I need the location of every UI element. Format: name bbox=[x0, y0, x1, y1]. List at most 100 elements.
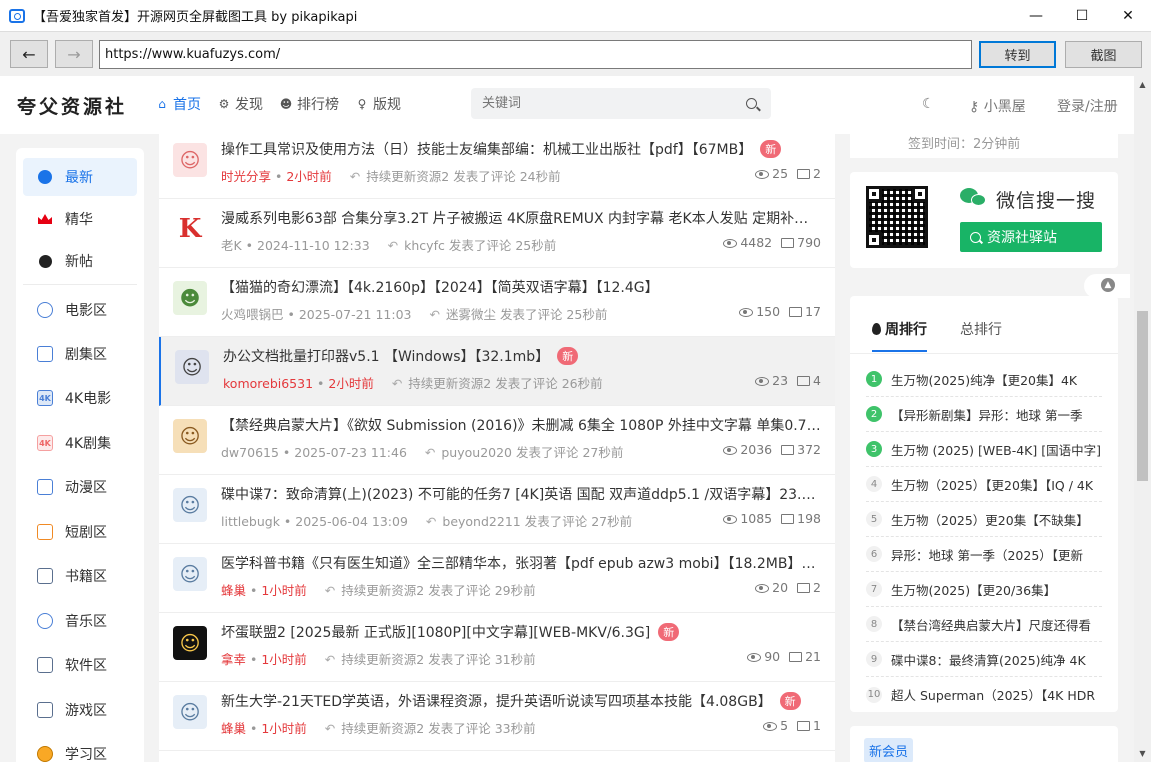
post-title-text[interactable]: 办公文档批量打印器v5.1 【Windows】【32.1mb】 bbox=[223, 349, 549, 365]
nav-ranking[interactable]: ☻ 排行榜 bbox=[279, 94, 339, 114]
post-title-text[interactable]: 漫威系列电影63部 合集分享3.2T 片子被搬运 4K原盘REMUX 内封字幕 … bbox=[221, 211, 821, 227]
nav-rules[interactable]: ♀ 版规 bbox=[355, 94, 401, 114]
rank-item[interactable]: 10 超人 Superman（2025）【4K HDR bbox=[866, 677, 1102, 712]
go-button[interactable]: 转到 bbox=[979, 41, 1056, 68]
rank-item[interactable]: 8 【禁台湾经典启蒙大片】尺度还得看 bbox=[866, 607, 1102, 642]
post-item[interactable]: ☺ 【禁经典启蒙大片】《欲奴 Submission (2016)》未删减 6集全… bbox=[159, 406, 835, 475]
scroll-up-icon[interactable]: ▲ bbox=[1137, 79, 1148, 90]
post-author[interactable]: 老K bbox=[221, 238, 242, 253]
sidebar-item-software[interactable]: 软件区 bbox=[23, 646, 137, 684]
post-title[interactable]: 办公文档批量打印器v5.1 【Windows】【32.1mb】新 bbox=[223, 346, 823, 366]
post-item[interactable]: ☺ 操作工具常识及使用方法（日）技能士友编集部编：机械工业出版社【pdf】【67… bbox=[159, 130, 835, 199]
scroll-down-icon[interactable]: ▼ bbox=[1137, 748, 1148, 759]
rank-title[interactable]: 碟中谍8：最终清算(2025)纯净 4K bbox=[891, 650, 1086, 669]
post-author[interactable]: dw70615 bbox=[221, 445, 279, 460]
rank-title[interactable]: 【禁台湾经典启蒙大片】尺度还得看 bbox=[891, 615, 1091, 634]
tab-total-rank[interactable]: 总排行 bbox=[960, 319, 1002, 339]
user-avatar[interactable]: ☺ bbox=[175, 350, 209, 384]
rank-title[interactable]: 生万物 (2025) [WEB-4K] [国语中字] bbox=[891, 440, 1101, 459]
sidebar-item-movies[interactable]: 电影区 bbox=[23, 291, 137, 329]
replier-name[interactable]: 持续更新资源2 bbox=[408, 376, 491, 391]
replier-name[interactable]: 持续更新资源2 bbox=[341, 721, 424, 736]
post-item[interactable]: ☺ 新生大学-21天TED学英语，外语课程资源，提升英语听说读写四项基本技能【4… bbox=[159, 682, 835, 751]
sidebar-item-series[interactable]: 剧集区 bbox=[23, 335, 137, 373]
sidebar-item-4k-movies[interactable]: 4K 4K电影 bbox=[23, 379, 137, 417]
minimize-button[interactable]: — bbox=[1013, 0, 1059, 31]
sidebar-item-music[interactable]: 音乐区 bbox=[23, 602, 137, 640]
post-item[interactable]: ☺ 坏蛋联盟2 [2025最新 正式版][1080P][中文字幕][WEB-MK… bbox=[159, 613, 835, 682]
sidebar-item-anime[interactable]: 动漫区 bbox=[23, 468, 137, 506]
post-author[interactable]: 蜂巢 bbox=[221, 721, 246, 736]
rank-item[interactable]: 2 【异形新剧集】异形：地球 第一季 bbox=[866, 397, 1102, 432]
sidebar-item-4k-series[interactable]: 4K 4K剧集 bbox=[23, 424, 137, 462]
rank-item[interactable]: 6 异形：地球 第一季（2025）【更新 bbox=[866, 537, 1102, 572]
replier-name[interactable]: 持续更新资源2 bbox=[366, 169, 449, 184]
post-author[interactable]: 拿幸 bbox=[221, 652, 246, 667]
post-title-text[interactable]: 医学科普书籍《只有医生知道》全三部精华本，张羽著【pdf epub azw3 m… bbox=[221, 556, 815, 572]
post-item[interactable]: K 漫威系列电影63部 合集分享3.2T 片子被搬运 4K原盘REMUX 内封字… bbox=[159, 199, 835, 268]
post-title[interactable]: 【禁经典启蒙大片】《欲奴 Submission (2016)》未删减 6集全 1… bbox=[221, 415, 821, 435]
sidebar-item-study[interactable]: 学习区 bbox=[23, 735, 137, 762]
replier-name[interactable]: khcyfc bbox=[404, 238, 445, 253]
rank-item[interactable]: 5 生万物（2025）更20集【不缺集】 bbox=[866, 502, 1102, 537]
url-input[interactable] bbox=[99, 40, 972, 69]
blacklist-link[interactable]: ⚷ 小黑屋 bbox=[969, 96, 1026, 116]
post-title-text[interactable]: 【猫猫的奇幻漂流】【4k.2160p】【2024】【简英双语字幕】【12.4G】 bbox=[221, 280, 659, 296]
post-item[interactable]: ☺ 医学科普书籍《只有医生知道》全三部精华本，张羽著【pdf epub azw3… bbox=[159, 544, 835, 613]
rank-title[interactable]: 生万物(2025)【更20/36集】 bbox=[891, 580, 1056, 599]
rank-item[interactable]: 3 生万物 (2025) [WEB-4K] [国语中字] bbox=[866, 432, 1102, 467]
sidebar-item-latest[interactable]: 最新 bbox=[23, 158, 137, 196]
post-author[interactable]: 时光分享 bbox=[221, 169, 271, 184]
post-title-text[interactable]: 坏蛋联盟2 [2025最新 正式版][1080P][中文字幕][WEB-MKV/… bbox=[221, 625, 650, 641]
post-title[interactable]: 碟中谍7：致命清算(上)(2023) 不可能的任务7 [4K]英语 国配 双声道… bbox=[221, 484, 821, 504]
post-title[interactable]: 新生大学-21天TED学英语，外语课程资源，提升英语听说读写四项基本技能【4.0… bbox=[221, 691, 821, 711]
post-author[interactable]: 蜂巢 bbox=[221, 583, 246, 598]
replier-name[interactable]: 持续更新资源2 bbox=[341, 652, 424, 667]
sidebar-item-short-drama[interactable]: 短剧区 bbox=[23, 513, 137, 551]
user-avatar[interactable]: ☺ bbox=[173, 557, 207, 591]
tab-weekly-rank[interactable]: 周排行 bbox=[872, 319, 927, 352]
post-author[interactable]: komorebi6531 bbox=[223, 376, 313, 391]
search-input[interactable] bbox=[471, 88, 731, 119]
rank-item[interactable]: 1 生万物(2025)纯净【更20集】4K bbox=[866, 362, 1102, 397]
dark-mode-moon-icon[interactable]: ☾ bbox=[922, 96, 935, 112]
rank-title[interactable]: 异形：地球 第一季（2025）【更新 bbox=[891, 545, 1083, 564]
back-to-top-button[interactable]: ▲ bbox=[1084, 274, 1130, 298]
site-logo[interactable]: 夸父资源社 bbox=[17, 92, 127, 119]
scroll-thumb[interactable] bbox=[1137, 311, 1148, 481]
back-button[interactable]: ← bbox=[10, 40, 48, 68]
post-item[interactable]: ☻ 【猫猫的奇幻漂流】【4k.2160p】【2024】【简英双语字幕】【12.4… bbox=[159, 268, 835, 337]
post-title-text[interactable]: 【禁经典启蒙大片】《欲奴 Submission (2016)》未删减 6集全 1… bbox=[221, 418, 821, 434]
page-scrollbar[interactable]: ▲ ▼ bbox=[1134, 76, 1151, 762]
post-title[interactable]: 操作工具常识及使用方法（日）技能士友编集部编：机械工业出版社【pdf】【67MB… bbox=[221, 139, 821, 159]
close-button[interactable]: ✕ bbox=[1105, 0, 1151, 31]
post-title[interactable]: 坏蛋联盟2 [2025最新 正式版][1080P][中文字幕][WEB-MKV/… bbox=[221, 622, 821, 642]
sidebar-item-new-posts[interactable]: 新帖 bbox=[23, 242, 137, 280]
user-avatar[interactable]: ☺ bbox=[173, 143, 207, 177]
replier-name[interactable]: 持续更新资源2 bbox=[341, 583, 424, 598]
sidebar-item-games[interactable]: 游戏区 bbox=[23, 691, 137, 729]
rank-title[interactable]: 超人 Superman（2025）【4K HDR bbox=[891, 685, 1095, 704]
nav-home[interactable]: ⌂ 首页 bbox=[155, 94, 201, 114]
wechat-search-button[interactable]: 资源社驿站 bbox=[960, 222, 1102, 252]
rank-title[interactable]: 生万物(2025)纯净【更20集】4K bbox=[891, 370, 1077, 389]
nav-discover[interactable]: ⚙ 发现 bbox=[217, 94, 263, 114]
sidebar-item-books[interactable]: 书籍区 bbox=[23, 557, 137, 595]
post-title-text[interactable]: 碟中谍7：致命清算(上)(2023) 不可能的任务7 [4K]英语 国配 双声道… bbox=[221, 487, 821, 503]
rank-title[interactable]: 生万物（2025）【更20集】【IQ / 4K bbox=[891, 475, 1093, 494]
post-title[interactable]: 【猫猫的奇幻漂流】【4k.2160p】【2024】【简英双语字幕】【12.4G】 bbox=[221, 277, 821, 297]
rank-item[interactable]: 4 生万物（2025）【更20集】【IQ / 4K bbox=[866, 467, 1102, 502]
user-avatar[interactable]: ☺ bbox=[173, 626, 207, 660]
rank-item[interactable]: 9 碟中谍8：最终清算(2025)纯净 4K bbox=[866, 642, 1102, 677]
post-author[interactable]: littlebugk bbox=[221, 514, 280, 529]
user-avatar[interactable]: ☺ bbox=[173, 488, 207, 522]
rank-title[interactable]: 【异形新剧集】异形：地球 第一季 bbox=[891, 405, 1082, 424]
sidebar-item-featured[interactable]: 精华 bbox=[23, 200, 137, 238]
user-avatar[interactable]: K bbox=[173, 212, 207, 246]
screenshot-button[interactable]: 截图 bbox=[1065, 41, 1142, 68]
replier-name[interactable]: beyond2211 bbox=[442, 514, 520, 529]
replier-name[interactable]: 迷雾微尘 bbox=[446, 307, 496, 322]
post-title[interactable]: 漫威系列电影63部 合集分享3.2T 片子被搬运 4K原盘REMUX 内封字幕 … bbox=[221, 208, 821, 228]
user-avatar[interactable]: ☻ bbox=[173, 281, 207, 315]
rank-item[interactable]: 7 生万物(2025)【更20/36集】 bbox=[866, 572, 1102, 607]
